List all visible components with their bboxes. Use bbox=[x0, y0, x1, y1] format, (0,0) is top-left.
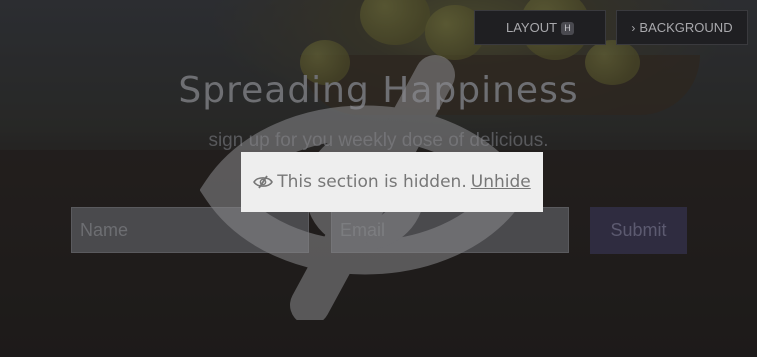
layout-button[interactable]: LAYOUT H bbox=[474, 10, 606, 45]
layout-label: LAYOUT bbox=[505, 20, 558, 35]
hidden-section-notice: This section is hidden. Unhide bbox=[241, 152, 543, 212]
chevron-right-icon: › bbox=[631, 21, 636, 35]
eye-slash-icon bbox=[253, 175, 274, 189]
submit-button[interactable]: Submit bbox=[590, 207, 687, 254]
background-button[interactable]: › BACKGROUND bbox=[616, 10, 748, 45]
hidden-message: This section is hidden. bbox=[277, 172, 467, 192]
layout-shortcut-badge: H bbox=[561, 22, 575, 36]
background-label: BACKGROUND bbox=[639, 20, 733, 35]
unhide-link[interactable]: Unhide bbox=[471, 172, 531, 192]
